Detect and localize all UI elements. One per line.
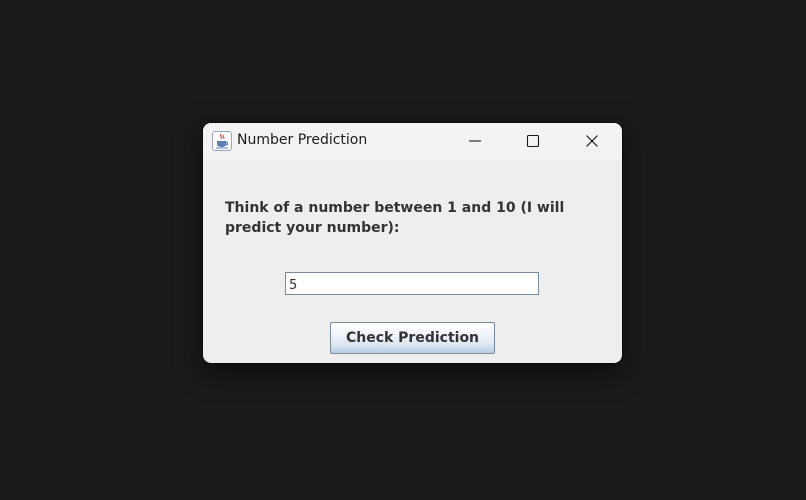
maximize-button[interactable] [504,123,562,159]
minimize-icon [469,140,481,142]
number-input[interactable] [285,272,539,295]
minimize-button[interactable] [446,123,504,159]
close-button[interactable] [563,123,621,159]
window-title: Number Prediction [237,132,368,148]
close-icon [586,135,598,147]
title-bar[interactable]: Number Prediction [203,123,622,160]
maximize-icon [526,134,540,148]
java-cup-icon[interactable] [212,131,232,151]
app-window: Number Prediction Think of a number betw… [203,123,622,363]
check-prediction-button[interactable]: Check Prediction [330,322,495,354]
prompt-label: Think of a number between 1 and 10 (I wi… [225,200,565,236]
check-prediction-label: Check Prediction [345,330,480,346]
